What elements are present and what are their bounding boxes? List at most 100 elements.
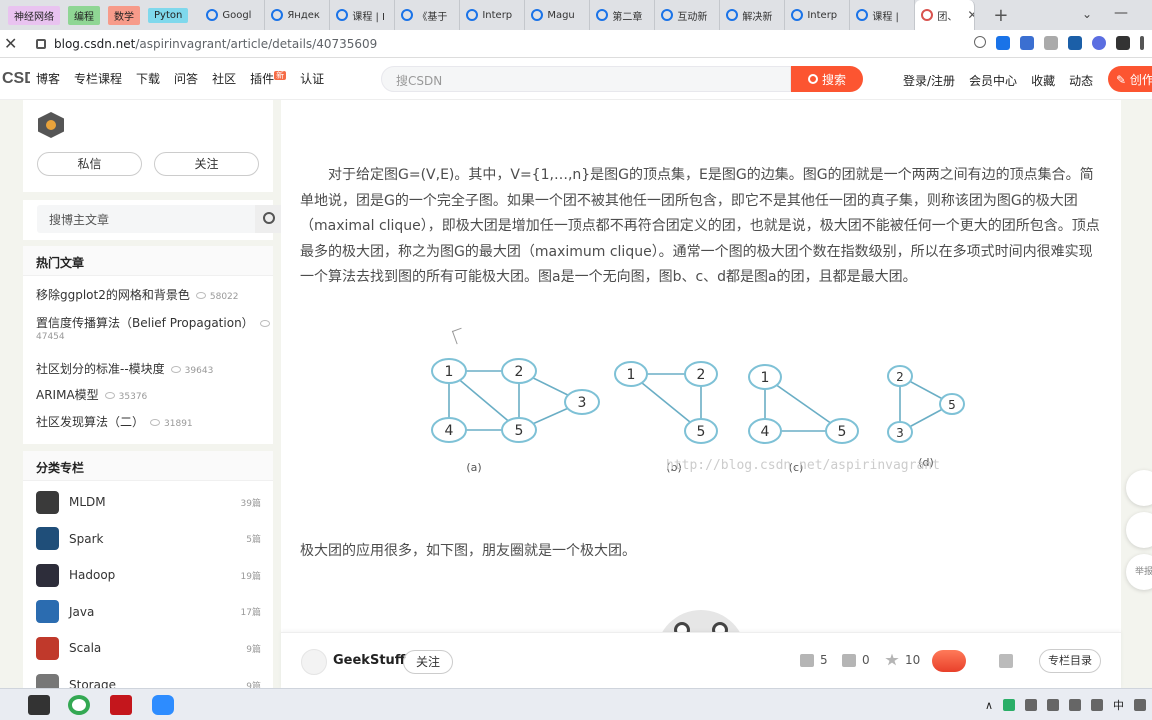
hot-article-item[interactable]: ARIMA模型 35376 bbox=[36, 386, 147, 403]
os-taskbar: ∧ 中 bbox=[0, 688, 1152, 720]
graph-node-label: 4 bbox=[445, 423, 454, 439]
header-link[interactable]: 会员中心 bbox=[969, 72, 1017, 89]
follow-button[interactable]: 关注 bbox=[154, 152, 259, 176]
extension-icon[interactable] bbox=[996, 36, 1010, 50]
keyboard-icon[interactable] bbox=[1091, 699, 1103, 711]
bookmark-chip[interactable]: 神经网络 bbox=[8, 5, 60, 25]
browser-tab[interactable]: Googl bbox=[200, 0, 266, 30]
download-icon[interactable] bbox=[1044, 36, 1058, 50]
stop-loading-icon[interactable]: ✕ bbox=[4, 34, 24, 53]
header-link[interactable]: 收藏 bbox=[1031, 72, 1055, 89]
view-count: 39643 bbox=[184, 366, 214, 376]
minimize-window-icon[interactable]: — bbox=[1114, 5, 1128, 21]
bookmark-chip[interactable]: 数学 bbox=[108, 5, 140, 25]
nav-item-label: 社区 bbox=[212, 72, 237, 86]
hot-article-item[interactable]: 社区发现算法（二） 31891 bbox=[36, 413, 193, 430]
report-float-button[interactable]: 举报 bbox=[1126, 554, 1152, 590]
author-avatar[interactable] bbox=[301, 649, 327, 675]
chrome-icon[interactable] bbox=[68, 695, 90, 715]
input-method-indicator[interactable]: 中 bbox=[1113, 697, 1124, 713]
column-toc-button[interactable]: 专栏目录 bbox=[1039, 649, 1101, 673]
comment-button[interactable]: 0 bbox=[842, 653, 870, 667]
extension-icon[interactable] bbox=[1068, 36, 1082, 50]
hot-article-item[interactable]: 移除ggplot2的网格和背景色 58022 bbox=[36, 286, 239, 303]
eye-icon bbox=[150, 419, 161, 426]
share-icon[interactable] bbox=[999, 654, 1013, 668]
network-icon[interactable] bbox=[1025, 699, 1037, 711]
volume-icon[interactable] bbox=[1047, 699, 1059, 711]
favorite-button[interactable]: 10 bbox=[885, 653, 920, 667]
nav-item[interactable]: 问答 bbox=[174, 70, 198, 87]
bookmark-chip[interactable]: Pyton bbox=[148, 7, 189, 23]
category-item[interactable]: Scala 9篇 bbox=[36, 635, 261, 661]
new-tab-icon[interactable]: + bbox=[993, 5, 1008, 26]
category-item[interactable]: Java 17篇 bbox=[36, 599, 261, 625]
category-thumbnail bbox=[36, 563, 59, 587]
extension-icon[interactable] bbox=[1092, 36, 1106, 50]
author-name[interactable]: GeekStuff bbox=[333, 653, 405, 668]
close-tab-icon[interactable]: ✕ bbox=[967, 8, 974, 22]
nav-item[interactable]: 认证 bbox=[300, 70, 324, 87]
site-search-button[interactable]: 搜索 bbox=[791, 66, 863, 92]
blog-search-button[interactable] bbox=[255, 205, 283, 233]
nav-item[interactable]: 下载 bbox=[136, 70, 160, 87]
hot-article-item[interactable]: 社区划分的标准--模块度 39643 bbox=[36, 360, 213, 377]
address-bar: ✕ blog.csdn.net/aspirinvagrant/article/d… bbox=[0, 30, 1152, 58]
header-link[interactable]: 动态 bbox=[1069, 72, 1093, 89]
nav-item[interactable]: 插件新 bbox=[250, 70, 287, 87]
desktop-icon[interactable] bbox=[28, 695, 50, 715]
categories-card: 分类专栏 MLDM 39篇 Spark 5篇 Hadoop 19篇 Java 17篇 Scala… bbox=[23, 451, 273, 697]
nav-item[interactable]: 专栏课程 bbox=[74, 70, 122, 87]
category-count: 5篇 bbox=[246, 535, 261, 546]
tab-search-icon[interactable]: ⌄ bbox=[1082, 7, 1092, 21]
message-button[interactable]: 私信 bbox=[37, 152, 142, 176]
battery-icon[interactable] bbox=[1069, 699, 1081, 711]
hot-article-title: ARIMA模型 bbox=[36, 388, 99, 402]
browser-tab[interactable]: 《基于 bbox=[395, 0, 461, 30]
browser-tab[interactable]: 互动新 bbox=[655, 0, 721, 30]
lock-icon[interactable] bbox=[36, 38, 46, 49]
site-search-input[interactable]: 搜CSDN bbox=[381, 66, 791, 92]
tab-label: Яндек bbox=[287, 9, 320, 21]
browser-tab[interactable]: 课程 | I bbox=[330, 0, 396, 30]
nav-item-label: 插件 bbox=[250, 72, 275, 86]
translate-icon[interactable] bbox=[1020, 36, 1034, 50]
url-field[interactable]: blog.csdn.net/aspirinvagrant/article/det… bbox=[54, 37, 377, 51]
eye-icon bbox=[170, 366, 181, 373]
graph-node-label: 5 bbox=[697, 424, 706, 440]
article-paragraph: 极大团的应用很多，如下图，朋友圈就是一个极大团。 bbox=[300, 543, 636, 559]
hot-article-item[interactable]: 置信度传播算法（Belief Propagation） 47454 bbox=[36, 314, 274, 342]
extension-icon[interactable] bbox=[1116, 36, 1130, 50]
browser-tab[interactable]: Interp bbox=[460, 0, 526, 30]
like-button[interactable]: 5 bbox=[800, 653, 828, 667]
browser-tab[interactable]: Magu bbox=[525, 0, 591, 30]
nav-item[interactable]: 博客 bbox=[36, 70, 60, 87]
bookmark-chip[interactable]: 编程 bbox=[68, 5, 100, 25]
reward-icon[interactable] bbox=[932, 650, 966, 672]
edit-float-button[interactable] bbox=[1126, 470, 1152, 506]
browser-tab[interactable]: 第二章 bbox=[590, 0, 656, 30]
notification-icon[interactable] bbox=[1134, 699, 1146, 711]
site-logo[interactable]: CSDN bbox=[2, 70, 30, 88]
browser-tab-active[interactable]: 团、 ✕ bbox=[915, 0, 976, 30]
category-item[interactable]: MLDM 39篇 bbox=[36, 489, 261, 515]
follow-author-button[interactable]: 关注 bbox=[403, 650, 453, 674]
tray-chevron-icon[interactable]: ∧ bbox=[985, 699, 993, 712]
create-button[interactable]: ✎ 创作 bbox=[1108, 66, 1152, 92]
browser-tab[interactable]: 解决新 bbox=[720, 0, 786, 30]
wechat-icon[interactable] bbox=[1003, 699, 1015, 711]
zoom-icon[interactable] bbox=[152, 695, 174, 715]
category-item[interactable]: Hadoop 19篇 bbox=[36, 562, 261, 588]
support-float-button[interactable] bbox=[1126, 512, 1152, 548]
menu-icon[interactable] bbox=[1140, 36, 1144, 50]
browser-tab[interactable]: 课程 | bbox=[850, 0, 916, 30]
star-icon[interactable] bbox=[974, 36, 986, 48]
acrobat-icon[interactable] bbox=[110, 695, 132, 715]
like-count: 5 bbox=[820, 653, 828, 667]
browser-tab[interactable]: Яндек bbox=[265, 0, 331, 30]
blog-search-input[interactable]: 搜博主文章 bbox=[37, 205, 260, 233]
nav-item[interactable]: 社区 bbox=[212, 70, 236, 87]
browser-tab[interactable]: Interp bbox=[785, 0, 851, 30]
category-item[interactable]: Spark 5篇 bbox=[36, 526, 261, 552]
header-link[interactable]: 登录/注册 bbox=[903, 72, 955, 89]
